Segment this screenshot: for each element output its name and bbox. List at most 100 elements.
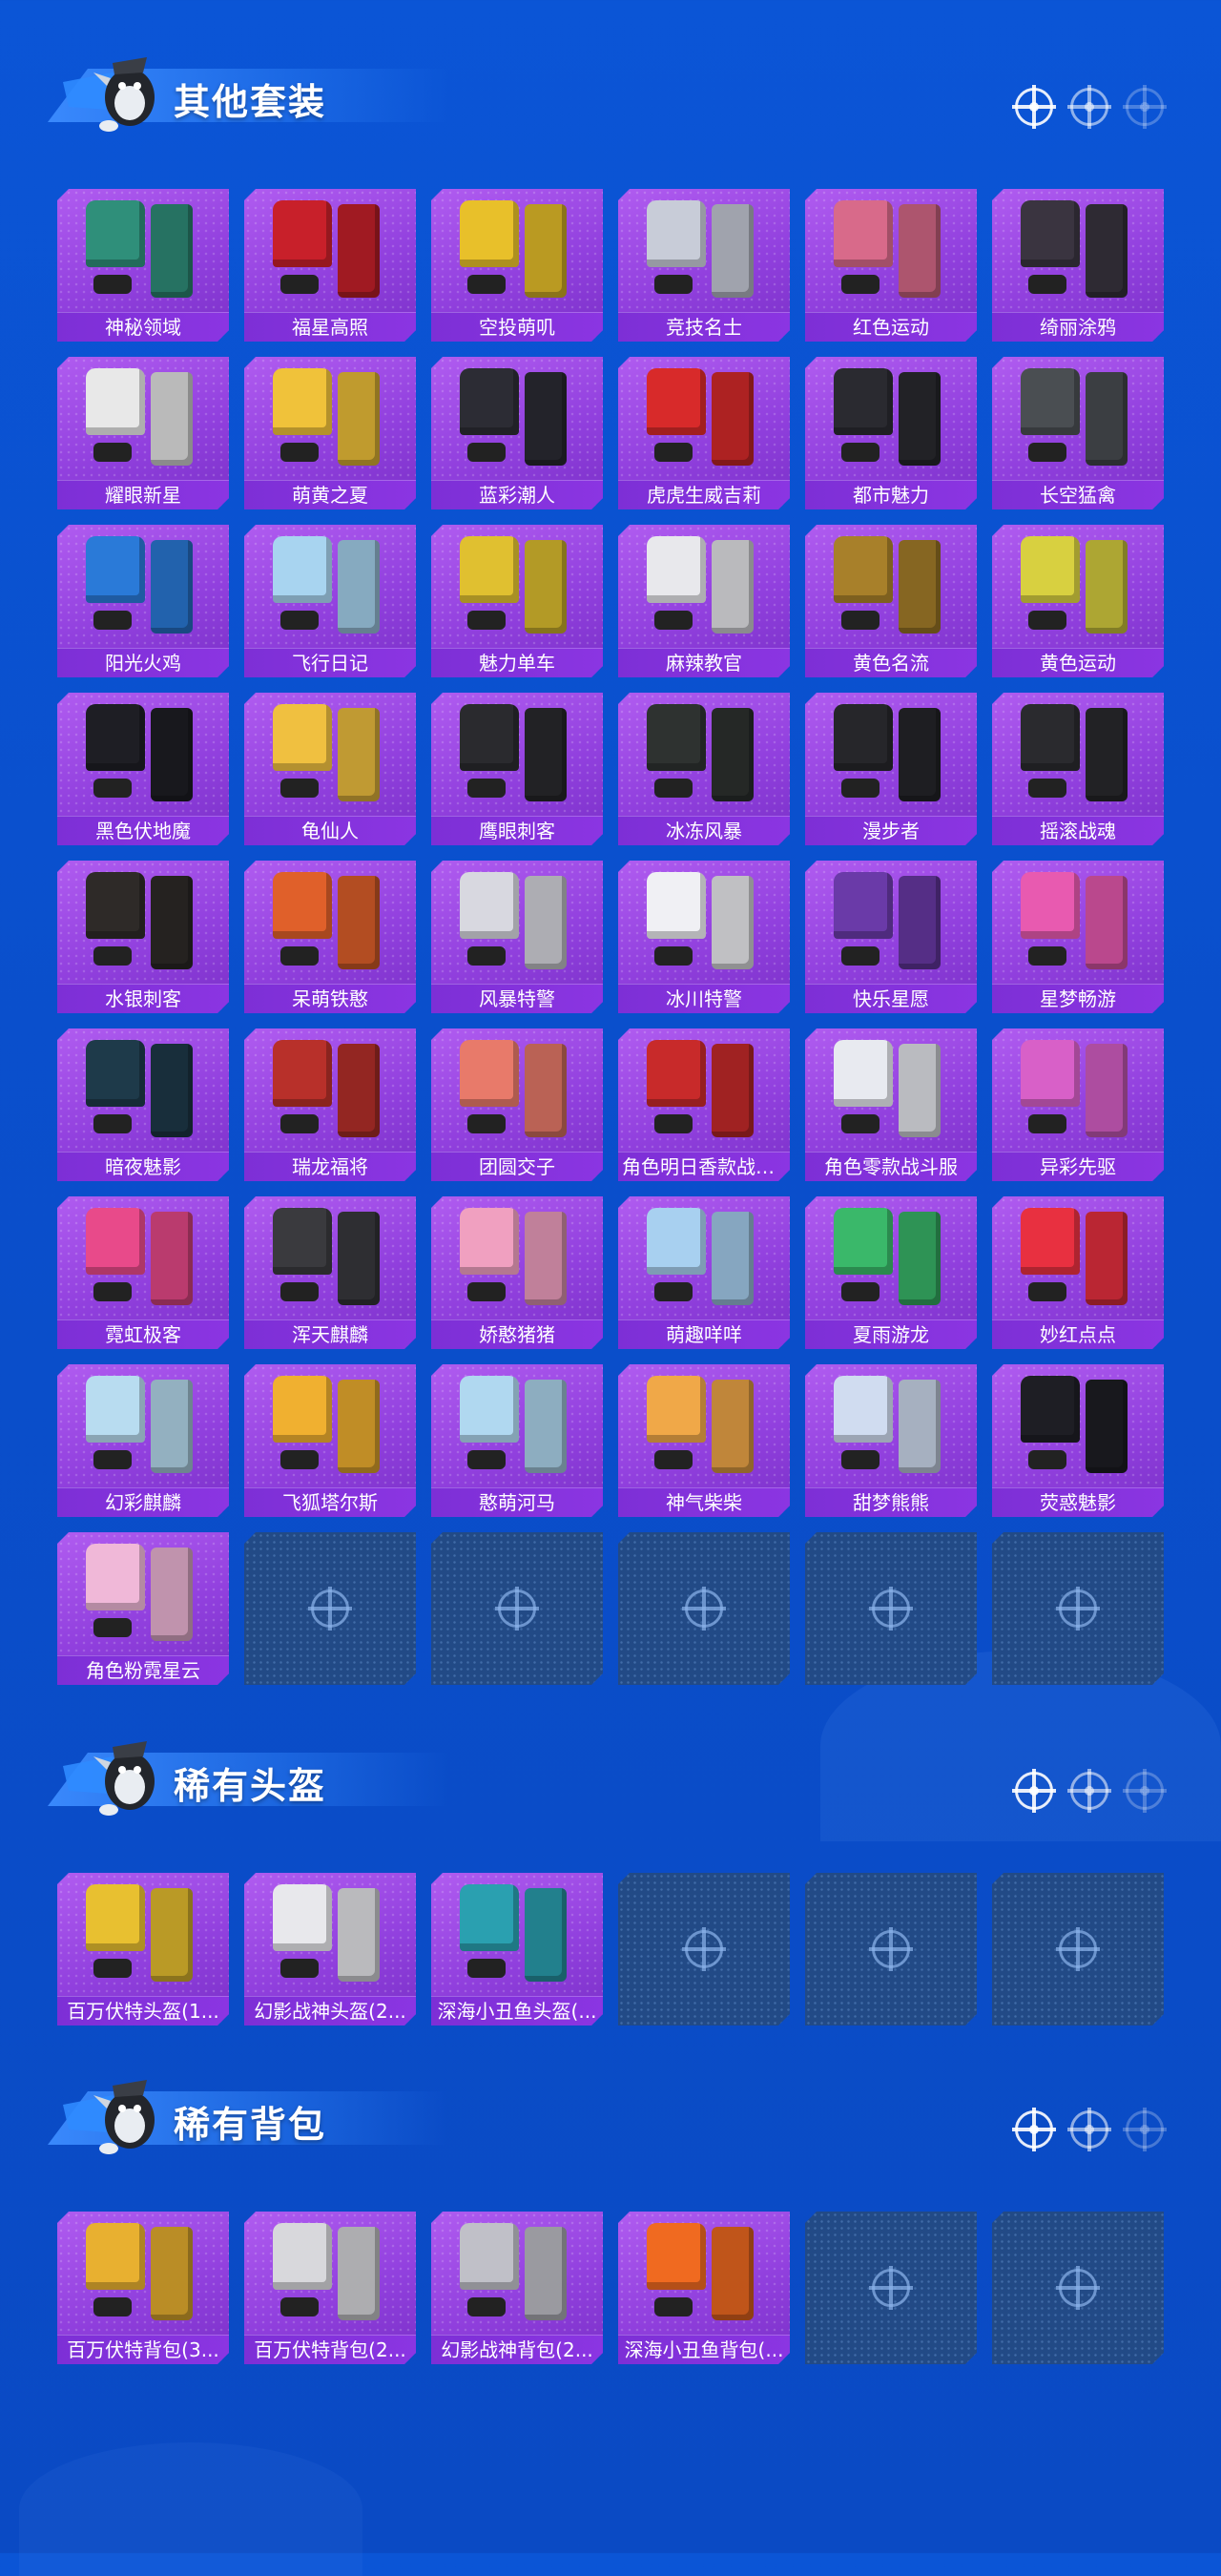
item-name: 福星高照 bbox=[244, 312, 416, 342]
item-image bbox=[76, 363, 210, 477]
item-card[interactable]: 绮丽涂鸦 bbox=[992, 189, 1164, 342]
item-card[interactable]: 百万伏特头盔(1... bbox=[57, 1873, 229, 2025]
item-name: 百万伏特背包(3... bbox=[57, 2335, 229, 2364]
item-name: 飞行日记 bbox=[244, 648, 416, 677]
item-card[interactable]: 都市魅力 bbox=[805, 357, 977, 509]
item-card[interactable]: 龟仙人 bbox=[244, 693, 416, 845]
item-card[interactable]: 萌黄之夏 bbox=[244, 357, 416, 509]
item-image bbox=[263, 1370, 397, 1485]
item-card[interactable]: 黄色运动 bbox=[992, 525, 1164, 677]
item-card[interactable]: 黄色名流 bbox=[805, 525, 977, 677]
item-card[interactable]: 水银刺客 bbox=[57, 861, 229, 1013]
section-title: 其他套装 bbox=[174, 81, 327, 123]
item-card[interactable]: 神气柴柴 bbox=[618, 1364, 790, 1517]
item-image bbox=[263, 363, 397, 477]
item-card[interactable]: 虎虎生威吉莉 bbox=[618, 357, 790, 509]
item-card[interactable]: 冰冻风暴 bbox=[618, 693, 790, 845]
item-card[interactable]: 霓虹极客 bbox=[57, 1196, 229, 1349]
item-card[interactable]: 憨萌河马 bbox=[431, 1364, 603, 1517]
item-card[interactable]: 蓝彩潮人 bbox=[431, 357, 603, 509]
crosshair-icon bbox=[1012, 85, 1056, 129]
item-grid: 百万伏特头盔(1... 幻影战神头盔(2... 深海小丑鱼头盔(... bbox=[57, 1873, 1164, 2025]
item-card[interactable]: 星梦畅游 bbox=[992, 861, 1164, 1013]
item-card[interactable]: 魅力单车 bbox=[431, 525, 603, 677]
item-card[interactable]: 长空猛禽 bbox=[992, 357, 1164, 509]
item-image bbox=[76, 195, 210, 309]
item-image bbox=[450, 1034, 584, 1149]
item-card[interactable]: 浑天麒麟 bbox=[244, 1196, 416, 1349]
item-card[interactable]: 幻彩麒麟 bbox=[57, 1364, 229, 1517]
item-card[interactable]: 飞行日记 bbox=[244, 525, 416, 677]
item-card[interactable]: 神秘领域 bbox=[57, 189, 229, 342]
item-card[interactable]: 红色运动 bbox=[805, 189, 977, 342]
item-card[interactable]: 角色粉霓星云 bbox=[57, 1532, 229, 1685]
item-card[interactable]: 鹰眼刺客 bbox=[431, 693, 603, 845]
item-image bbox=[263, 866, 397, 981]
item-image bbox=[263, 195, 397, 309]
item-name: 深海小丑鱼头盔(... bbox=[431, 1996, 603, 2025]
item-card[interactable]: 竞技名士 bbox=[618, 189, 790, 342]
item-card[interactable]: 瑞龙福将 bbox=[244, 1028, 416, 1181]
item-card[interactable]: 漫步者 bbox=[805, 693, 977, 845]
item-card[interactable]: 幻影战神头盔(2... bbox=[244, 1873, 416, 2025]
item-card[interactable]: 摇滚战魂 bbox=[992, 693, 1164, 845]
item-card[interactable]: 荧惑魅影 bbox=[992, 1364, 1164, 1517]
item-card[interactable]: 甜梦熊熊 bbox=[805, 1364, 977, 1517]
item-image bbox=[76, 1879, 210, 1993]
item-card[interactable]: 暗夜魅影 bbox=[57, 1028, 229, 1181]
item-image bbox=[824, 530, 958, 645]
item-card[interactable]: 阳光火鸡 bbox=[57, 525, 229, 677]
item-image bbox=[263, 698, 397, 813]
item-card[interactable]: 娇憨猪猪 bbox=[431, 1196, 603, 1349]
item-card[interactable]: 黑色伏地魔 bbox=[57, 693, 229, 845]
item-image bbox=[824, 1370, 958, 1485]
item-card[interactable]: 快乐星愿 bbox=[805, 861, 977, 1013]
item-card[interactable]: 团圆交子 bbox=[431, 1028, 603, 1181]
item-card[interactable]: 百万伏特背包(2... bbox=[244, 2212, 416, 2364]
item-card[interactable]: 夏雨游龙 bbox=[805, 1196, 977, 1349]
item-card[interactable]: 麻辣教官 bbox=[618, 525, 790, 677]
item-name: 神气柴柴 bbox=[618, 1487, 790, 1517]
item-image bbox=[450, 698, 584, 813]
item-card[interactable]: 耀眼新星 bbox=[57, 357, 229, 509]
item-name: 浑天麒麟 bbox=[244, 1319, 416, 1349]
item-card[interactable]: 深海小丑鱼头盔(... bbox=[431, 1873, 603, 2025]
background-parachute bbox=[19, 2442, 362, 2576]
section-2: 稀有背包 百万伏特背包(3... 百万伏特背包(2... 幻影战神背包(2... 深海小… bbox=[0, 2061, 1221, 2175]
item-card[interactable]: 异彩先驱 bbox=[992, 1028, 1164, 1181]
item-card[interactable]: 福星高照 bbox=[244, 189, 416, 342]
item-card[interactable]: 百万伏特背包(3... bbox=[57, 2212, 229, 2364]
item-name: 鹰眼刺客 bbox=[431, 816, 603, 845]
empty-slot bbox=[992, 1532, 1164, 1685]
item-card[interactable]: 深海小丑鱼背包(... bbox=[618, 2212, 790, 2364]
item-name: 甜梦熊熊 bbox=[805, 1487, 977, 1517]
item-image bbox=[263, 1202, 397, 1317]
item-card[interactable]: 幻影战神背包(2... bbox=[431, 2212, 603, 2364]
item-image bbox=[76, 1202, 210, 1317]
item-image bbox=[824, 1202, 958, 1317]
item-card[interactable]: 呆萌铁憨 bbox=[244, 861, 416, 1013]
section-header: 稀有头盔 bbox=[29, 1722, 1192, 1827]
item-card[interactable]: 角色明日香款战斗... bbox=[618, 1028, 790, 1181]
item-name: 星梦畅游 bbox=[992, 984, 1164, 1013]
item-card[interactable]: 空投萌叽 bbox=[431, 189, 603, 342]
item-card[interactable]: 风暴特警 bbox=[431, 861, 603, 1013]
crosshair-icon bbox=[1123, 2108, 1167, 2151]
item-image bbox=[824, 866, 958, 981]
crosshair-placeholder-icon bbox=[1059, 1930, 1097, 1968]
item-card[interactable]: 角色零款战斗服 bbox=[805, 1028, 977, 1181]
item-card[interactable]: 冰川特警 bbox=[618, 861, 790, 1013]
item-name: 妙红点点 bbox=[992, 1319, 1164, 1349]
crosshair-icon bbox=[1012, 1769, 1056, 1813]
item-card[interactable]: 萌趣咩咩 bbox=[618, 1196, 790, 1349]
item-name: 耀眼新星 bbox=[57, 480, 229, 509]
item-name: 都市魅力 bbox=[805, 480, 977, 509]
item-card[interactable]: 飞狐塔尔斯 bbox=[244, 1364, 416, 1517]
item-image bbox=[637, 195, 771, 309]
item-card[interactable]: 妙红点点 bbox=[992, 1196, 1164, 1349]
item-name: 水银刺客 bbox=[57, 984, 229, 1013]
item-image bbox=[824, 698, 958, 813]
crosshair-decoration bbox=[1012, 2108, 1167, 2151]
item-image bbox=[76, 530, 210, 645]
item-image bbox=[637, 530, 771, 645]
